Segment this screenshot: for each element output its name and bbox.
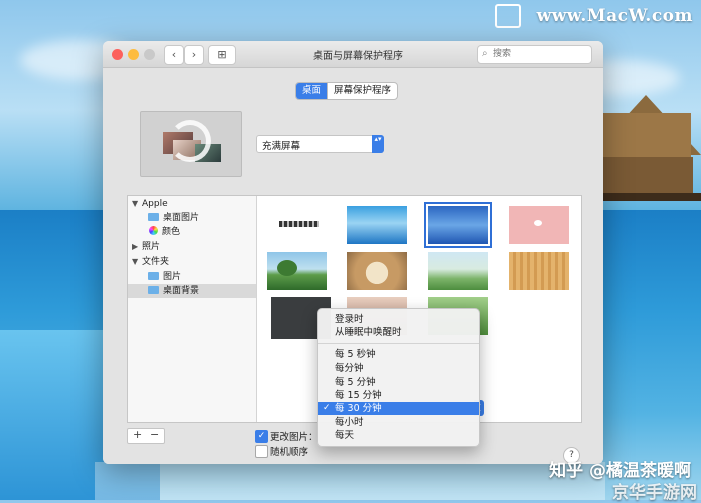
- menu-item-login[interactable]: 登录时: [318, 313, 479, 326]
- source-group-folders[interactable]: ▼ 文件夹: [128, 255, 256, 269]
- source-group-apple[interactable]: ▼ Apple: [128, 197, 256, 211]
- tab-desktop[interactable]: 桌面: [296, 83, 328, 99]
- watermark-text: www.MacW.com: [536, 6, 693, 26]
- rotate-icon: [169, 120, 211, 162]
- desktop-hut: [591, 95, 701, 210]
- show-all-button[interactable]: ⊞: [208, 45, 236, 65]
- fit-mode-value: 充满屏幕: [262, 141, 301, 152]
- menu-item-every-minute[interactable]: 每分钟: [318, 362, 479, 375]
- back-button[interactable]: ‹: [164, 45, 184, 65]
- folder-icon: [148, 213, 159, 221]
- thumb-girl-meadow[interactable]: [428, 252, 488, 290]
- search-icon: ⌕: [482, 48, 488, 59]
- interval-menu: 登录时 从睡眠中唤醒时 每 5 秒钟 每分钟 每 5 分钟 每 15 分钟 ✓ …: [317, 308, 480, 447]
- window-title: 桌面与屏幕保护程序: [313, 51, 403, 62]
- popup-arrows-icon: ▴▾: [372, 135, 384, 153]
- thumb-island-pool[interactable]: [347, 206, 407, 244]
- remove-folder-button[interactable]: −: [150, 428, 159, 441]
- thumb-pink-bird[interactable]: [509, 206, 569, 244]
- desktop-preview: [140, 111, 242, 177]
- source-group-photos[interactable]: ▶ 照片: [128, 240, 256, 254]
- source-label: Apple: [142, 199, 168, 209]
- thumb-blurred-text[interactable]: [273, 206, 333, 244]
- thumb-blue-sea[interactable]: [424, 202, 492, 248]
- title-bar: ‹ › ⊞ 桌面与屏幕保护程序 ⌕: [103, 41, 603, 68]
- window-reflection: [95, 462, 605, 500]
- search-field[interactable]: ⌕: [477, 45, 592, 64]
- folder-icon: [148, 286, 159, 294]
- menu-item-daily[interactable]: 每天: [318, 429, 479, 442]
- random-order-checkbox[interactable]: [255, 445, 268, 458]
- menu-item-15-minutes[interactable]: 每 15 分钟: [318, 389, 479, 402]
- watermark-logo-icon: [495, 4, 521, 28]
- source-item-pictures[interactable]: 图片: [128, 270, 256, 284]
- forward-button[interactable]: ›: [184, 45, 204, 65]
- menu-item-5-minutes[interactable]: 每 5 分钟: [318, 376, 479, 389]
- disclosure-right-icon[interactable]: ▶: [132, 240, 142, 254]
- close-button[interactable]: [112, 49, 123, 60]
- source-label: 图片: [163, 272, 182, 282]
- credit-site-text: 京华手游网: [612, 483, 697, 503]
- source-label: 桌面图片: [163, 213, 200, 223]
- minimize-button[interactable]: [128, 49, 139, 60]
- tab-screen-saver[interactable]: 屏幕保护程序: [327, 83, 397, 99]
- thumb-tree-field[interactable]: [267, 252, 327, 290]
- menu-item-30-minutes[interactable]: ✓ 每 30 分钟: [318, 402, 479, 415]
- menu-item-wake[interactable]: 从睡眠中唤醒时: [318, 326, 479, 339]
- source-label: 桌面背景: [163, 286, 200, 296]
- color-wheel-icon: [149, 226, 158, 235]
- change-picture-label: 更改图片：: [270, 432, 318, 443]
- checkmark-icon: ✓: [323, 403, 331, 413]
- add-folder-button[interactable]: +: [133, 428, 142, 441]
- search-input[interactable]: [493, 47, 583, 61]
- folder-icon: [148, 272, 159, 280]
- zoom-button[interactable]: [144, 49, 155, 60]
- menu-item-hourly[interactable]: 每小时: [318, 416, 479, 429]
- tab-bar: 桌面 屏幕保护程序: [295, 82, 399, 100]
- source-label: 照片: [142, 242, 161, 252]
- disclosure-down-icon[interactable]: ▼: [132, 255, 142, 269]
- source-list: ▼ Apple 桌面图片 颜色 ▶ 照片 ▼ 文件夹 图片 桌面背景: [128, 196, 257, 422]
- source-label: 文件夹: [142, 257, 170, 267]
- source-item-desktop-backgrounds[interactable]: 桌面背景: [128, 284, 256, 298]
- source-item-desktop-pictures[interactable]: 桌面图片: [128, 211, 256, 225]
- menu-separator: [318, 343, 479, 344]
- disclosure-down-icon[interactable]: ▼: [132, 197, 142, 211]
- menu-item-5-seconds[interactable]: 每 5 秒钟: [318, 348, 479, 361]
- thumb-wood[interactable]: [509, 252, 569, 290]
- thumb-cat[interactable]: [347, 252, 407, 290]
- source-label: 颜色: [162, 227, 181, 237]
- change-picture-checkbox[interactable]: ✓: [255, 430, 268, 443]
- random-order-label: 随机顺序: [270, 447, 309, 458]
- source-item-colors[interactable]: 颜色: [128, 225, 256, 239]
- fit-mode-popup[interactable]: 充满屏幕 ▴▾: [256, 135, 384, 153]
- add-remove-control: + −: [127, 428, 165, 444]
